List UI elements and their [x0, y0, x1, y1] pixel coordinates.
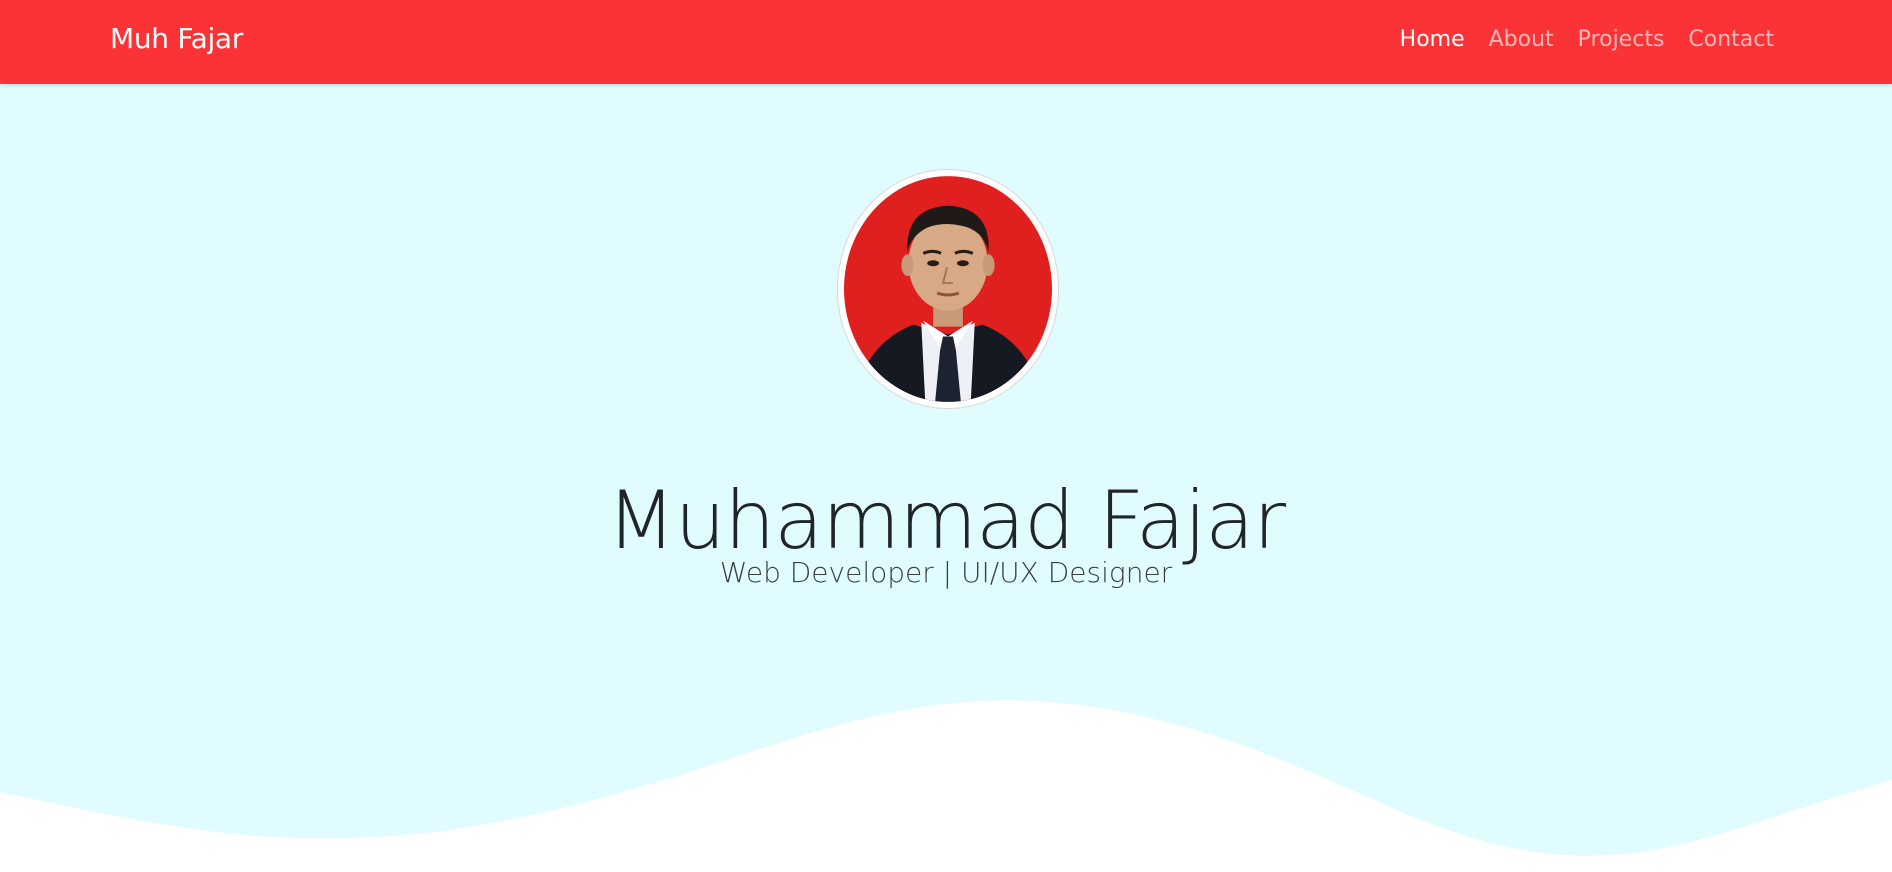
hero-subtitle: Web Developer | UI/UX Designer	[719, 556, 1173, 589]
nav-contact-link[interactable]: Contact	[1688, 27, 1774, 52]
nav-about-link[interactable]: About	[1489, 27, 1554, 52]
nav-home-link[interactable]: Home	[1400, 27, 1465, 52]
nav-links: Home About Projects Contact	[1400, 27, 1774, 52]
navbar: Muh Fajar Home About Projects Contact	[0, 0, 1892, 84]
brand-link[interactable]: Muh Fajar	[110, 22, 243, 55]
profile-photo-icon	[844, 176, 1052, 402]
avatar	[837, 169, 1059, 409]
hero-section: Muhammad Fajar Web Developer | UI/UX Des…	[0, 84, 1892, 872]
nav-projects-link[interactable]: Projects	[1578, 27, 1665, 52]
wave-divider	[0, 700, 1892, 872]
hero-name: Muhammad Fajar	[606, 473, 1286, 567]
